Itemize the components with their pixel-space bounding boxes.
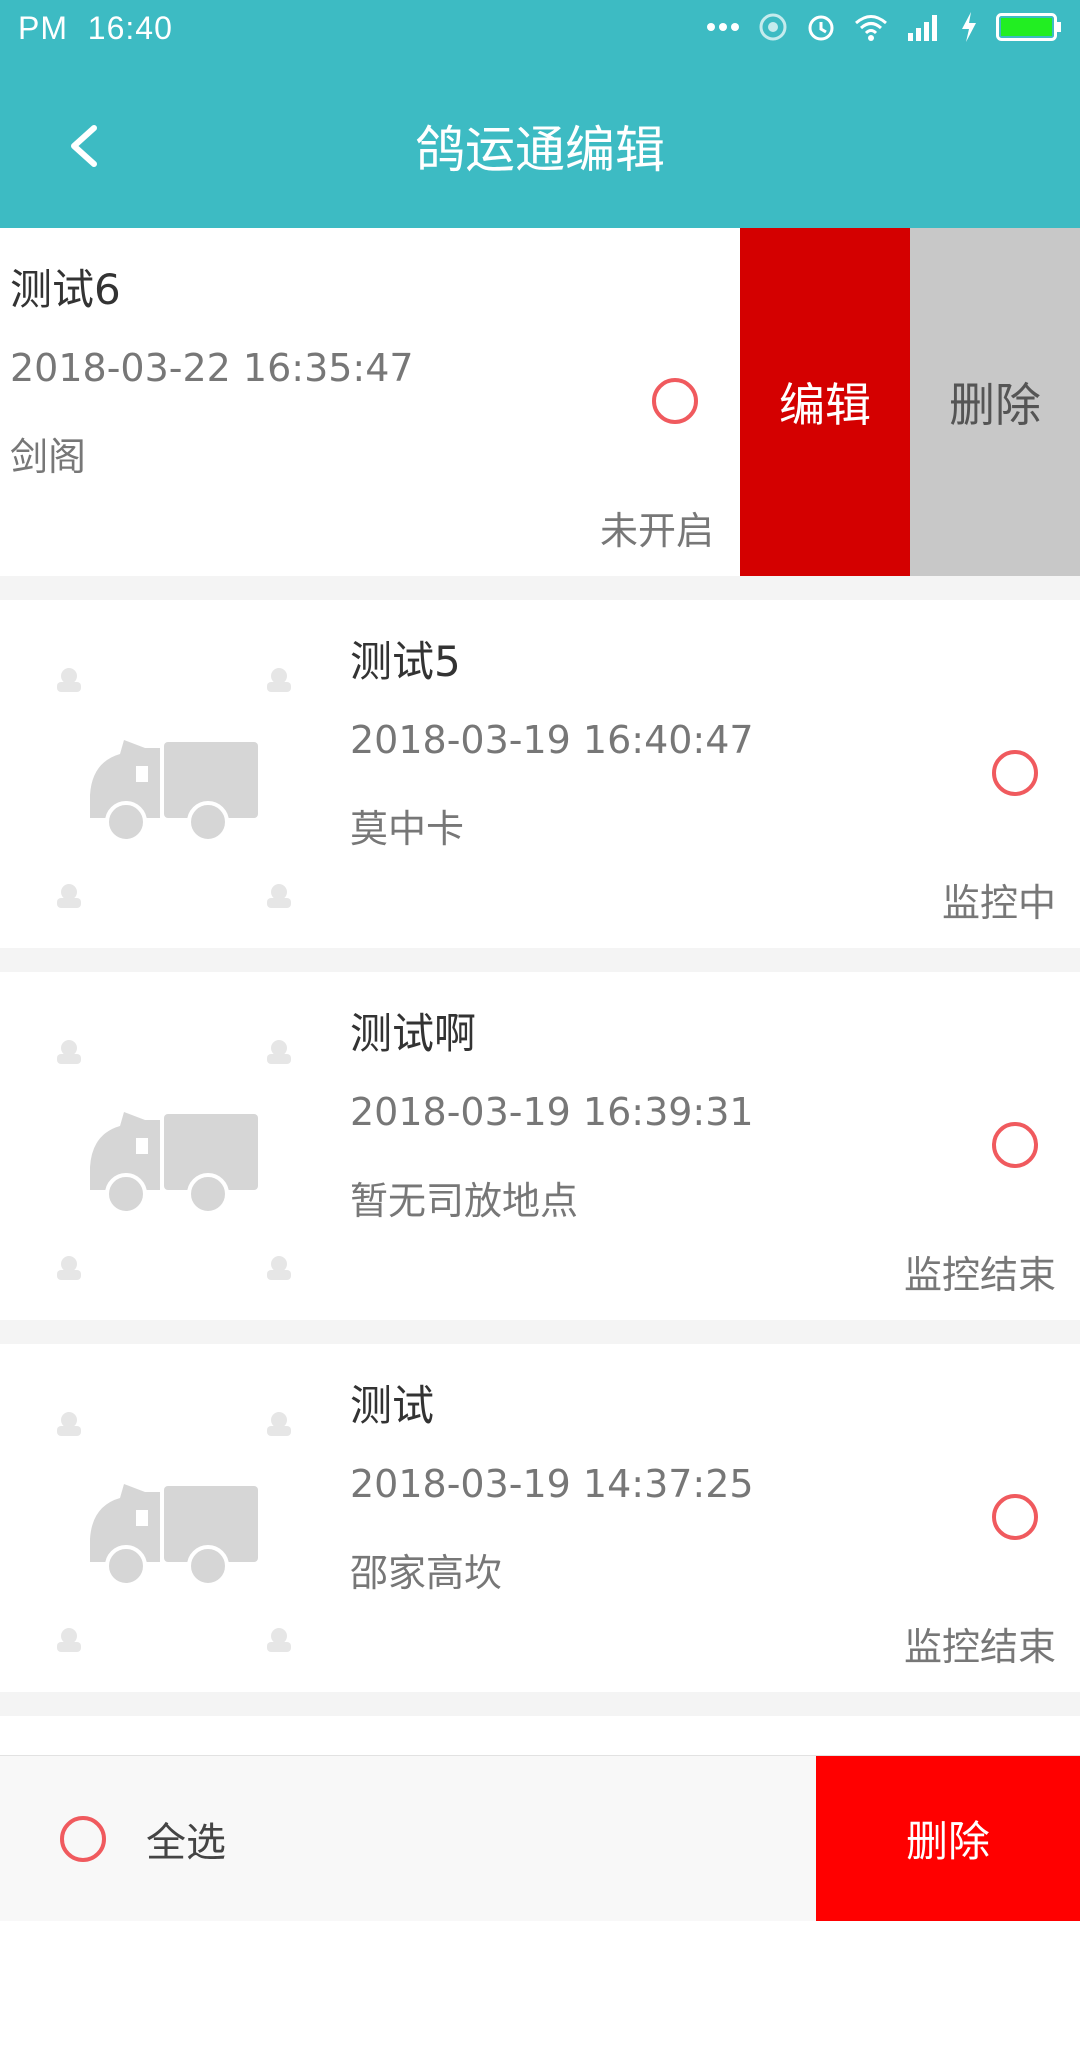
status-time: PM 16:40 xyxy=(18,10,173,47)
status-icons xyxy=(706,12,1062,42)
more-dots-icon xyxy=(707,23,739,31)
item-place: 剑阁 xyxy=(10,435,87,479)
item-select-radio[interactable] xyxy=(992,1494,1038,1540)
item-name: 测试啊 xyxy=(350,1009,477,1058)
signal-icon xyxy=(908,15,937,41)
select-all-radio[interactable] xyxy=(60,1816,106,1862)
list-item[interactable]: 测试5 2018-03-19 16:40:47 莫中卡 监控中 xyxy=(0,600,1080,948)
delete-selected-button[interactable]: 删除 xyxy=(816,1756,1080,1921)
item-date: 2018-03-19 14:37:25 xyxy=(350,1462,754,1506)
item-place: 邵家高坎 xyxy=(350,1551,503,1595)
item-name: 测试 xyxy=(350,1381,435,1430)
item-select-radio[interactable] xyxy=(992,750,1038,796)
item-date: 2018-03-19 16:39:31 xyxy=(350,1090,754,1134)
swipe-edit-button[interactable]: 编辑 xyxy=(740,228,910,576)
swipe-delete-button[interactable]: 删除 xyxy=(910,228,1080,576)
bottom-action-bar: 全选 删除 xyxy=(0,1755,1080,1921)
wifi-icon xyxy=(855,15,887,41)
item-status: 监控结束 xyxy=(903,1625,1056,1669)
hotspot-icon xyxy=(759,13,787,41)
item-date: 2018-03-22 16:35:47 xyxy=(10,346,414,390)
item-name: 测试5 xyxy=(350,637,461,686)
status-bar: PM 16:40 xyxy=(0,0,1080,60)
item-status: 未开启 xyxy=(599,509,714,553)
alarm-icon xyxy=(808,15,834,41)
item-select-radio[interactable] xyxy=(652,378,698,424)
item-date: 2018-03-19 16:40:47 xyxy=(350,718,754,762)
item-status: 监控中 xyxy=(941,881,1056,925)
battery-icon xyxy=(996,13,1061,41)
item-name: 测试6 xyxy=(10,265,121,314)
item-select-radio[interactable] xyxy=(992,1122,1038,1168)
item-place: 莫中卡 xyxy=(350,807,465,851)
item-status: 监控结束 xyxy=(903,1253,1056,1297)
list-item[interactable]: 测试 2018-03-19 14:37:25 邵家高坎 监控结束 xyxy=(0,1344,1080,1692)
status-ampm: PM xyxy=(18,10,68,46)
truck-placeholder-icon xyxy=(57,668,291,908)
charging-icon xyxy=(962,12,976,42)
list-item[interactable]: 测试6 2018-03-22 16:35:47 剑阁 未开启 编辑 删除 xyxy=(0,228,1080,576)
select-all-label[interactable]: 全选 xyxy=(146,1810,226,1868)
page-title: 鸽运通编辑 xyxy=(415,121,665,179)
status-clock: 16:40 xyxy=(87,10,173,46)
item-place: 暂无司放地点 xyxy=(350,1179,579,1223)
truck-placeholder-icon xyxy=(57,1412,291,1652)
list-item[interactable]: 测试啊 2018-03-19 16:39:31 暂无司放地点 监控结束 xyxy=(0,972,1080,1320)
truck-placeholder-icon xyxy=(57,1040,291,1280)
app-header: 鸽运通编辑 xyxy=(0,60,1080,228)
